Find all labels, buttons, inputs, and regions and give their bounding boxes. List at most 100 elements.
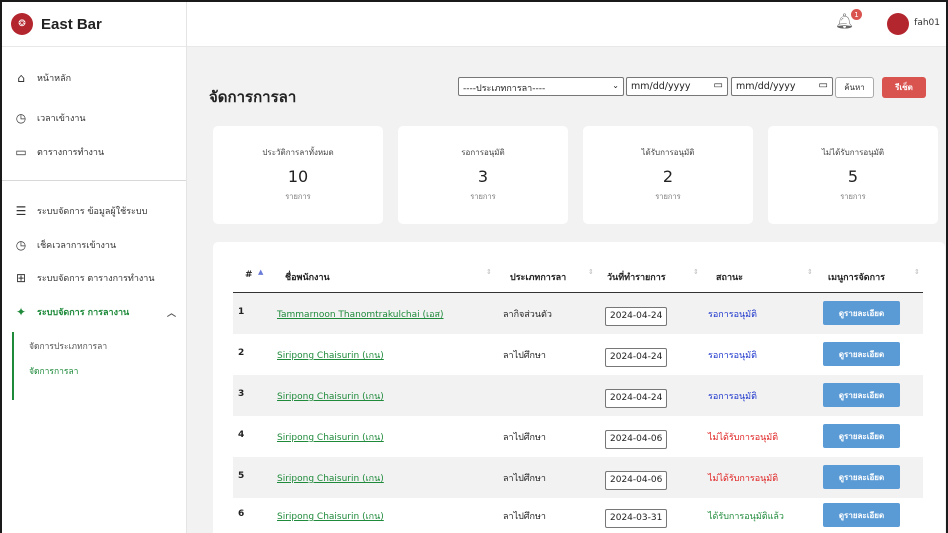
sidebar-item-leave-management[interactable]: ✦ ระบบจัดการ การลางาน ︿ <box>2 304 186 320</box>
clock-icon: ◷ <box>15 111 27 125</box>
column-header-status[interactable]: สถานะ <box>716 270 743 284</box>
date-from-input[interactable]: mm/dd/yyyy ▭ <box>626 77 728 96</box>
stat-unit: รายการ <box>655 192 681 201</box>
stat-value: 5 <box>847 167 859 186</box>
request-date: 2024-04-06 <box>605 471 668 490</box>
chevron-up-icon[interactable]: ︿ <box>167 306 176 319</box>
topbar: 🔔︎ 1 fah01 <box>187 2 946 47</box>
sidebar-item-checkin[interactable]: ◷ เวลาเข้างาน <box>2 110 186 126</box>
row-index: 3 <box>238 389 245 399</box>
sort-icon[interactable]: ⇕ <box>807 268 813 276</box>
table-row: 1 Tammarnoon Thanomtrakulchai (เอส) ลากิ… <box>233 293 923 334</box>
employee-link[interactable]: Siripong Chaisurin (เกน) <box>277 430 384 444</box>
stat-unit: รายการ <box>470 192 496 201</box>
calendar-icon[interactable]: ▭ <box>714 80 723 91</box>
status-badge: ไม่ได้รับการอนุมัติ <box>708 433 779 443</box>
stat-card-pending: รอการอนุมัติ 3 รายการ <box>398 126 568 224</box>
calendar-icon: ▭ <box>15 145 27 159</box>
table-row: 4 Siripong Chaisurin (เกน) ลาไปศึกษา 202… <box>233 416 923 457</box>
sidebar-item-label: ตารางการทำงาน <box>37 148 105 158</box>
logo-icon: ❂ <box>11 13 33 35</box>
status-badge: รอการอนุมัติ <box>708 392 757 402</box>
view-details-button[interactable]: ดูรายละเอียด <box>823 424 900 448</box>
sidebar-item-label: หน้าหลัก <box>37 74 72 84</box>
clock-icon: ◷ <box>15 238 27 252</box>
status-badge: ไม่ได้รับการอนุมัติ <box>708 474 779 484</box>
page-title: จัดการการลา <box>209 88 297 106</box>
sidebar-item-attendance-check[interactable]: ◷ เช็คเวลาการเข้างาน <box>2 237 186 253</box>
row-index: 2 <box>238 348 245 358</box>
calendar-icon[interactable]: ▭ <box>819 80 828 91</box>
column-header-actions[interactable]: เมนูการจัดการ <box>828 270 885 284</box>
stat-card-approved: ได้รับการอนุมัติ 2 รายการ <box>583 126 753 224</box>
table-row: 6 Siripong Chaisurin (เกน) ลาไปศึกษา 202… <box>233 495 923 533</box>
view-details-button[interactable]: ดูรายละเอียด <box>823 503 900 527</box>
date-to-input[interactable]: mm/dd/yyyy ▭ <box>731 77 833 96</box>
reset-button[interactable]: รีเซ็ต <box>882 77 926 98</box>
leave-type: ลาไปศึกษา <box>503 474 546 484</box>
table-row: 5 Siripong Chaisurin (เกน) ลาไปศึกษา 202… <box>233 457 923 498</box>
row-index: 6 <box>238 509 245 519</box>
stat-unit: รายการ <box>840 192 866 201</box>
sidebar-item-user-management[interactable]: ☰ ระบบจัดการ ข้อมูลผู้ใช้ระบบ <box>2 203 186 219</box>
sidebar-divider <box>2 180 186 181</box>
view-details-button[interactable]: ดูรายละเอียด <box>823 383 900 407</box>
employee-link[interactable]: Siripong Chaisurin (เกน) <box>277 389 384 403</box>
status-badge: รอการอนุมัติ <box>708 310 757 320</box>
sidebar-item-label: ระบบจัดการ ตารางการทำงาน <box>37 274 155 284</box>
sidebar-item-label: ระบบจัดการ การลางาน <box>37 308 130 318</box>
leave-type-select-value: ----ประเภทการลา---- <box>463 84 546 94</box>
stat-value: 3 <box>477 167 489 186</box>
employee-link[interactable]: Siripong Chaisurin (เกน) <box>277 471 384 485</box>
column-header-type[interactable]: ประเภทการลา <box>510 270 566 284</box>
sort-icon[interactable]: ⇕ <box>588 268 594 276</box>
column-header-name[interactable]: ชื่อพนักงาน <box>285 270 330 284</box>
chevron-down-icon: ⌄ <box>612 81 619 90</box>
stat-card-total: ประวัติการลาทั้งหมด 10 รายการ <box>213 126 383 224</box>
sidebar-item-schedule-management[interactable]: ⊞ ระบบจัดการ ตารางการทำงาน <box>2 270 186 286</box>
table-row: 3 Siripong Chaisurin (เกน) 2024-04-24 รอ… <box>233 375 923 416</box>
row-index: 5 <box>238 471 245 481</box>
sidebar-item-label: เช็คเวลาการเข้างาน <box>37 241 117 251</box>
column-header-date[interactable]: วันที่ทำรายการ <box>607 270 666 284</box>
view-details-button[interactable]: ดูรายละเอียด <box>823 465 900 489</box>
subnav-leave-types[interactable]: จัดการประเภทการลา <box>15 339 107 353</box>
view-details-button[interactable]: ดูรายละเอียด <box>823 342 900 366</box>
leave-type-select[interactable]: ----ประเภทการลา---- ⌄ <box>458 77 624 96</box>
stat-label: ได้รับการอนุมัติ <box>641 148 695 157</box>
request-date: 2024-04-24 <box>605 389 668 408</box>
stat-label: รอการอนุมัติ <box>461 148 505 157</box>
sidebar-item-home[interactable]: ⌂ หน้าหลัก <box>2 70 186 86</box>
table-row: 2 Siripong Chaisurin (เกน) ลาไปศึกษา 202… <box>233 334 923 375</box>
column-header-index[interactable]: # <box>245 270 253 280</box>
request-date: 2024-04-24 <box>605 307 668 326</box>
employee-link[interactable]: Siripong Chaisurin (เกน) <box>277 348 384 362</box>
sort-icon[interactable]: ⇕ <box>914 268 920 276</box>
request-date: 2024-04-06 <box>605 430 668 449</box>
stat-value: 10 <box>287 167 309 186</box>
subnav-leave-management[interactable]: จัดการการลา <box>15 364 78 378</box>
leave-type: ลาไปศึกษา <box>503 433 546 443</box>
leave-type: ลาไปศึกษา <box>503 512 546 522</box>
sort-asc-icon[interactable]: ▲ <box>258 268 263 276</box>
employee-link[interactable]: Siripong Chaisurin (เกน) <box>277 509 384 523</box>
leave-type: ลาไปศึกษา <box>503 351 546 361</box>
status-badge: รอการอนุมัติ <box>708 351 757 361</box>
status-badge: ได้รับการอนุมัติแล้ว <box>708 512 784 522</box>
search-button[interactable]: ค้นหา <box>835 77 874 98</box>
brand[interactable]: ❂ East Bar <box>2 2 186 47</box>
username[interactable]: fah01 <box>914 18 940 28</box>
view-details-button[interactable]: ดูรายละเอียด <box>823 301 900 325</box>
leave-type: ลากิจส่วนตัว <box>503 310 552 320</box>
sort-icon[interactable]: ⇕ <box>486 268 492 276</box>
sidebar: ❂ East Bar ⌂ หน้าหลัก ◷ เวลาเข้างาน ▭ ตา… <box>2 2 187 533</box>
request-date: 2024-04-24 <box>605 348 668 367</box>
sidebar-item-schedule[interactable]: ▭ ตารางการทำงาน <box>2 144 186 160</box>
avatar[interactable] <box>887 13 909 35</box>
stat-label: ประวัติการลาทั้งหมด <box>262 148 334 157</box>
sort-icon[interactable]: ⇕ <box>693 268 699 276</box>
employee-link[interactable]: Tammarnoon Thanomtrakulchai (เอส) <box>277 307 444 321</box>
sidebar-item-label: เวลาเข้างาน <box>37 114 86 124</box>
stat-label: ไม่ได้รับการอนุมัติ <box>821 148 885 157</box>
row-index: 4 <box>238 430 245 440</box>
